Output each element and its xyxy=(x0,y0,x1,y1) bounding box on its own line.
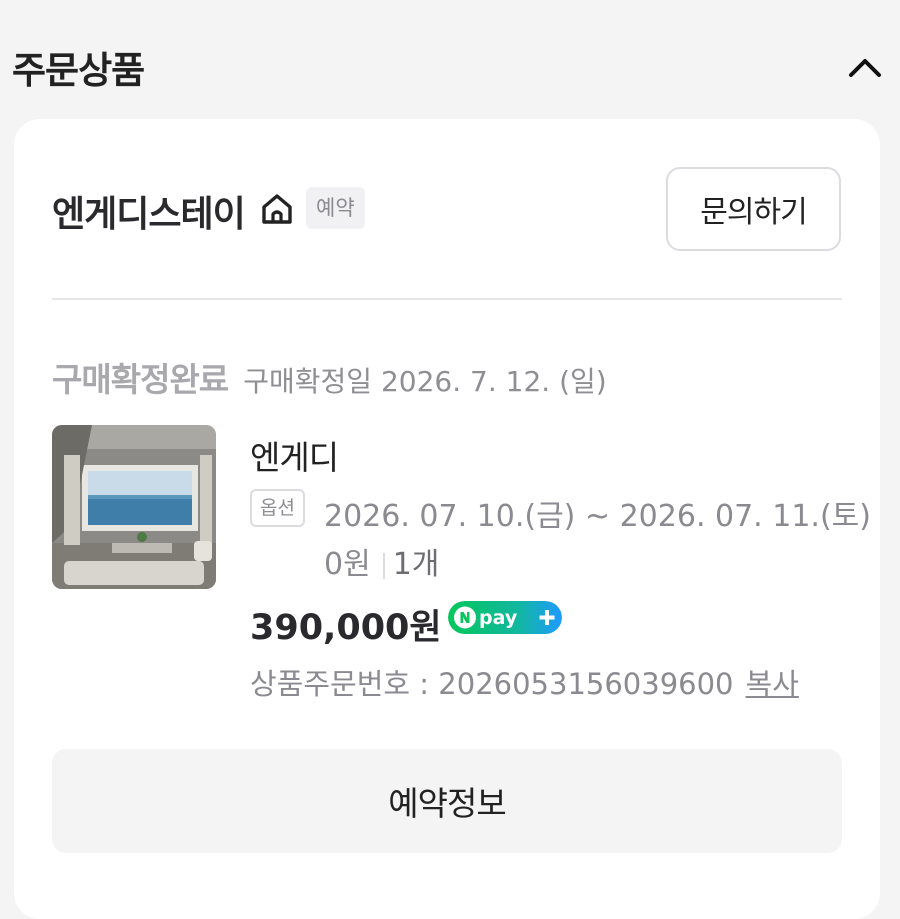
inquiry-button[interactable]: 문의하기 xyxy=(666,167,841,251)
npay-text: pay xyxy=(479,607,518,629)
section-title: 주문상품 xyxy=(12,49,145,92)
product-name[interactable]: 엔게디 xyxy=(250,431,339,479)
npay-plus-badge: pay xyxy=(448,601,562,634)
section-header: 주문상품 xyxy=(0,0,900,120)
option-price: 0원 xyxy=(324,547,371,582)
option-price-line: 0원 1개 xyxy=(324,539,439,583)
store-home-icon xyxy=(262,194,292,224)
collapse-button[interactable] xyxy=(840,44,890,90)
reservation-badge: 예약 xyxy=(306,187,365,229)
separator xyxy=(382,552,385,579)
order-number: 2026053156039600 xyxy=(438,667,734,701)
order-status: 구매확정완료 xyxy=(52,360,229,399)
option-badge: 옵션 xyxy=(250,489,305,527)
chevron-up-icon xyxy=(849,59,881,77)
store-name[interactable]: 엔게디스테이 xyxy=(52,185,246,237)
divider xyxy=(52,298,842,300)
confirm-date: 구매확정일 2026. 7. 12. (일) xyxy=(243,365,607,398)
order-status-line: 구매확정완료 구매확정일 2026. 7. 12. (일) xyxy=(52,353,607,401)
option-dates: 2026. 07. 10.(금) ~ 2026. 07. 11.(토) xyxy=(324,499,871,534)
order-number-label: 상품주문번호 : xyxy=(250,667,439,701)
product-thumbnail[interactable] xyxy=(52,425,216,589)
option-quantity: 1개 xyxy=(392,547,440,582)
product-price: 390,000원 xyxy=(250,608,442,648)
copy-order-number-link[interactable]: 복사 xyxy=(746,667,799,701)
order-number-line: 상품주문번호 : 2026053156039600 복사 xyxy=(250,661,799,703)
order-card: 엔게디스테이 예약 문의하기 구매확정완료 구매확정일 2026. 7. 12.… xyxy=(14,119,880,919)
reservation-info-button[interactable]: 예약정보 xyxy=(52,749,842,853)
